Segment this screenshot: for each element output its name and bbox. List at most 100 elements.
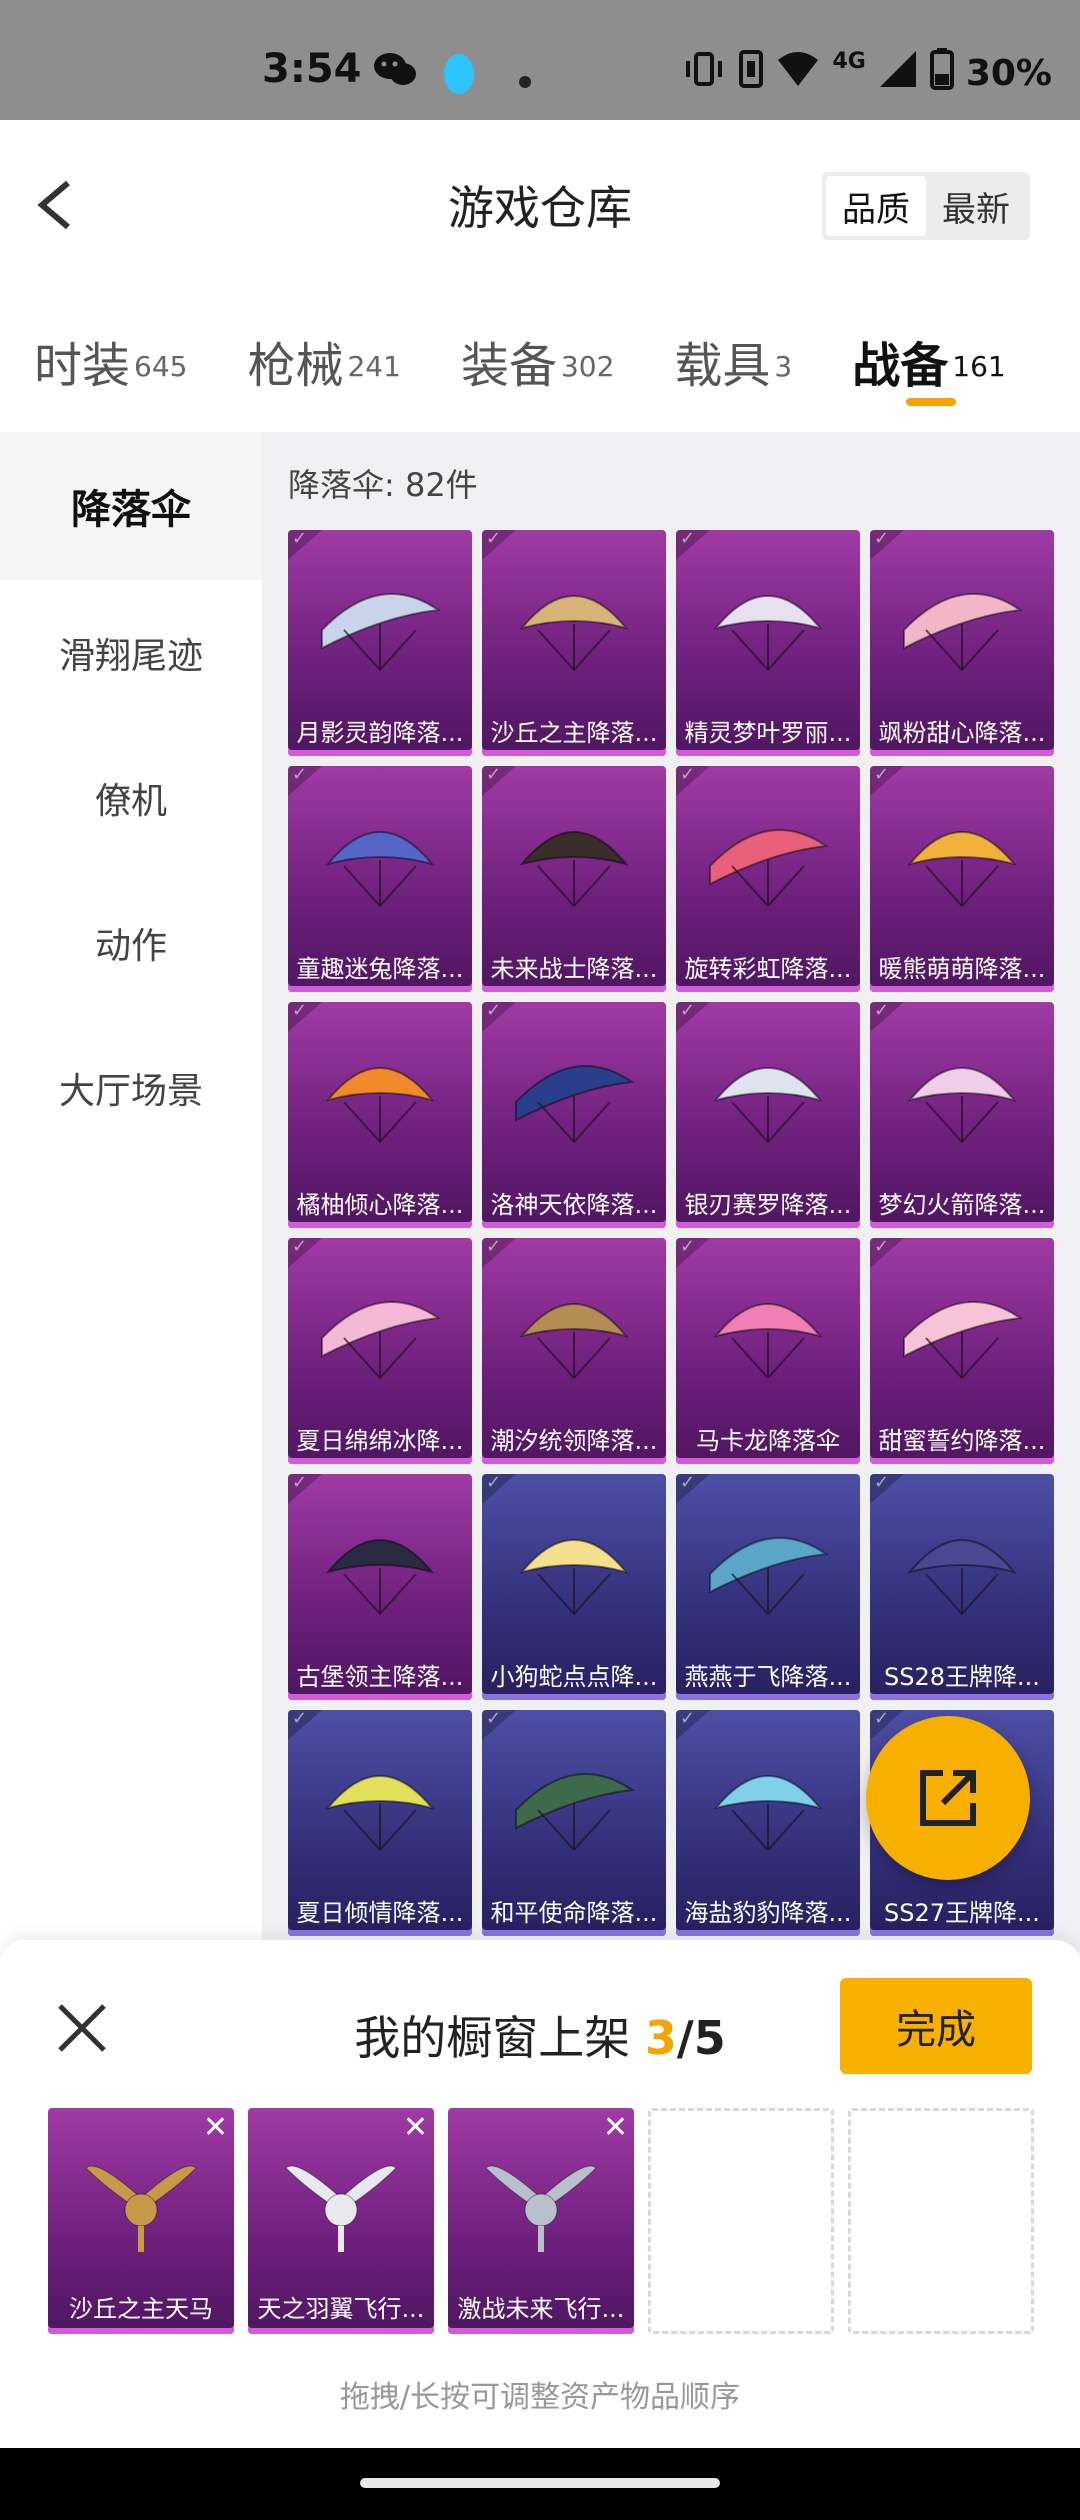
item-icon [285,2165,397,2252]
remove-icon[interactable]: ✕ [603,2110,628,2145]
parachute-card[interactable]: 银刃赛罗降落... [676,1002,860,1228]
sort-toggle[interactable]: 品质 最新 [822,172,1030,240]
parachute-name: 夏日绵绵冰降... [296,1427,464,1455]
sidebar-item-wingman[interactable]: 僚机 [0,725,262,870]
check-icon [870,1238,904,1268]
sidebar-item-lobby-scene[interactable]: 大厅场景 [0,1015,262,1160]
parachute-card[interactable]: 夏日倾情降落... [288,1710,472,1936]
tab-battle-gear[interactable]: 战备 161 [852,290,1006,430]
showcase-item-name: 激战未来飞行... [457,2295,625,2323]
parachute-card[interactable]: 古堡领主降落... [288,1474,472,1700]
done-button[interactable]: 完成 [840,1978,1032,2074]
parachute-card[interactable]: 童趣迷兔降落... [288,766,472,992]
sort-option-quality[interactable]: 品质 [826,176,926,236]
parachute-card[interactable]: SS28王牌降... [870,1474,1054,1700]
parachute-icon [709,1537,829,1615]
parachute-card[interactable]: 月影灵韵降落... [288,530,472,756]
tab-equipment[interactable]: 装备 302 [461,290,614,430]
showcase-slots: ✕ 沙丘之主天马 ✕ 天之羽翼飞行... ✕ 激战未来飞行... [48,2108,1034,2334]
sort-option-newest[interactable]: 最新 [926,176,1026,236]
parachute-card[interactable]: 小狗蛇点点降... [482,1474,666,1700]
empty-showcase-slot[interactable] [648,2108,834,2334]
sidebar-item-parachute[interactable]: 降落伞 [0,432,262,580]
remove-icon[interactable]: ✕ [203,2110,228,2145]
parachute-card[interactable]: 和平使命降落... [482,1710,666,1936]
tab-label: 枪械 [247,338,344,394]
qq-icon [440,50,478,105]
tab-vehicles[interactable]: 载具 3 [674,290,792,430]
showcase-item-name: 天之羽翼飞行... [257,2295,425,2323]
parachute-name: 沙丘之主降落... [490,719,658,747]
showcase-slot[interactable]: ✕ 激战未来飞行... [448,2108,634,2334]
check-icon [870,1474,904,1504]
tab-label: 装备 [460,338,557,394]
check-icon [676,530,710,560]
remove-icon[interactable]: ✕ [403,2110,428,2145]
sidebar: 降落伞 滑翔尾迹 僚机 动作 大厅场景 [0,432,262,1952]
showcase-slot[interactable]: ✕ 天之羽翼飞行... [248,2108,434,2334]
showcase-current-count: 3 [644,2011,677,2065]
check-icon [676,1238,710,1268]
share-button[interactable] [866,1716,1030,1880]
parachute-icon [713,595,823,671]
header: 游戏仓库 品质 最新 [0,120,1080,290]
parachute-name: 小狗蛇点点降... [490,1663,658,1691]
parachute-card[interactable]: 夏日绵绵冰降... [288,1238,472,1464]
parachute-card[interactable]: 洛神天依降落... [482,1002,666,1228]
check-icon [676,1002,710,1032]
tab-count: 241 [347,349,401,383]
tab-count: 645 [134,349,188,383]
parachute-card[interactable]: 甜蜜誓约降落... [870,1238,1054,1464]
parachute-name: 甜蜜誓约降落... [878,1427,1046,1455]
showcase-item-name: 沙丘之主天马 [69,2295,213,2323]
parachute-card[interactable]: 梦幻火箭降落... [870,1002,1054,1228]
status-icons: 4G 30% [682,48,1052,99]
parachute-card[interactable]: 暖熊萌萌降落... [870,766,1054,992]
parachute-icon [519,1303,629,1379]
wechat-icon [372,50,418,99]
parachute-name: 和平使命降落... [490,1899,658,1927]
parachute-icon [515,1773,635,1851]
battery-level: 30% [965,53,1052,94]
parachute-card[interactable]: 精灵梦叶罗丽... [676,530,860,756]
parachute-icon [903,593,1023,671]
check-icon [288,766,322,796]
check-icon [676,1710,710,1740]
parachute-name: SS27王牌降... [884,1899,1040,1927]
check-icon [676,1474,710,1504]
check-icon [482,530,516,560]
parachute-card[interactable]: 海盐豹豹降落... [676,1710,860,1936]
category-tabs: 时装 645 枪械 241 装备 302 载具 3 战备 161 [0,290,1080,430]
sidebar-item-glide-trail[interactable]: 滑翔尾迹 [0,580,262,725]
tab-firearms[interactable]: 枪械 241 [247,290,400,430]
parachute-name: 旋转彩虹降落... [684,955,852,983]
parachute-card[interactable]: 旋转彩虹降落... [676,766,860,992]
sim-icon [738,49,764,98]
battery-icon [929,48,954,99]
parachute-card[interactable]: 马卡龙降落伞 [676,1238,860,1464]
parachute-card[interactable]: 潮汐统领降落... [482,1238,666,1464]
parachute-card[interactable]: 未来战士降落... [482,766,666,992]
tab-fashion[interactable]: 时装 645 [34,290,187,430]
navigation-bar [0,2448,1080,2520]
parachute-icon [321,593,441,671]
parachute-card[interactable]: 橘柚倾心降落... [288,1002,472,1228]
home-gesture-bar[interactable] [360,2478,720,2488]
check-icon [288,1002,322,1032]
status-bar: 3:54 4G 30% [0,0,1080,120]
showcase-slot[interactable]: ✕ 沙丘之主天马 [48,2108,234,2334]
empty-showcase-slot[interactable] [848,2108,1034,2334]
parachute-card[interactable]: 沙丘之主降落... [482,530,666,756]
parachute-name: 银刃赛罗降落... [684,1191,852,1219]
sidebar-list: 滑翔尾迹 僚机 动作 大厅场景 [0,580,262,1952]
parachute-name: 洛神天依降落... [490,1191,658,1219]
parachute-card[interactable]: 燕燕于飞降落... [676,1474,860,1700]
check-icon [870,1002,904,1032]
share-icon [920,1770,976,1826]
check-icon [482,766,516,796]
sidebar-item-emote[interactable]: 动作 [0,870,262,1015]
parachute-icon [713,1775,823,1851]
parachute-card[interactable]: 飒粉甜心降落... [870,530,1054,756]
signal-icon [878,49,918,98]
item-count: 降落伞: 82件 [288,466,478,504]
